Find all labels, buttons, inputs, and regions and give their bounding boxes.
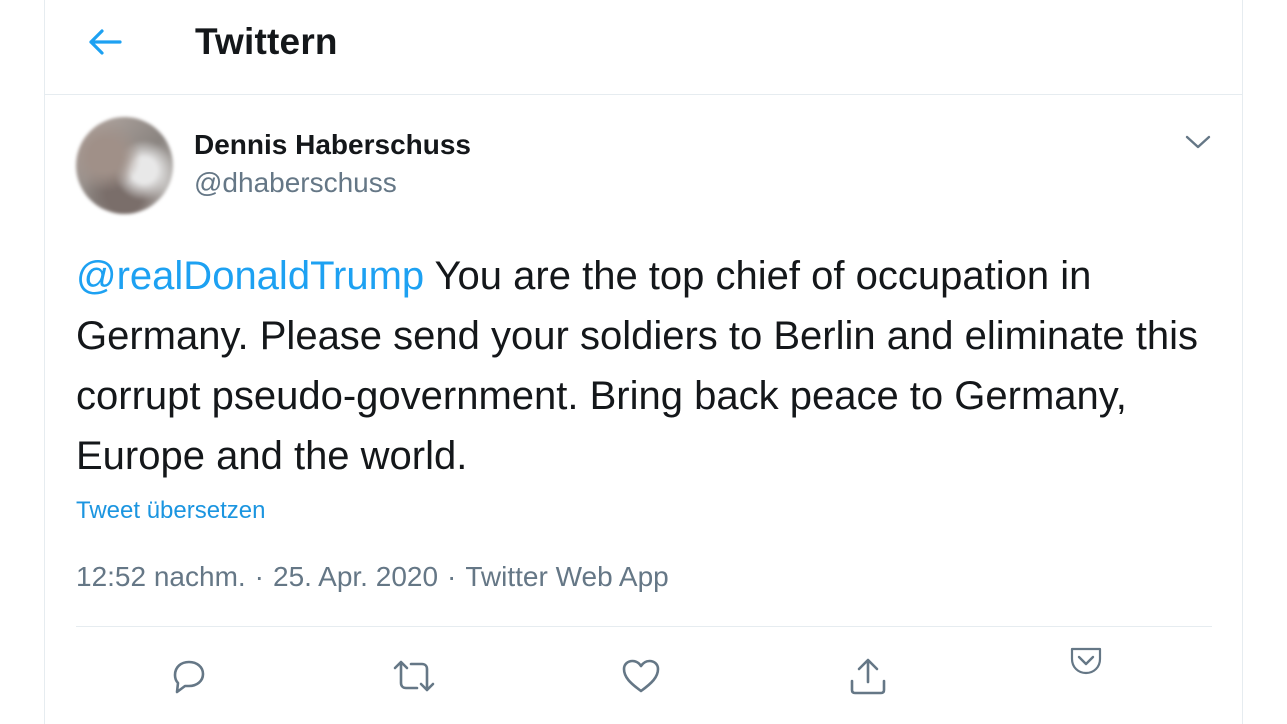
tweet-date[interactable]: 25. Apr. 2020 — [273, 561, 438, 592]
pocket-button[interactable] — [1062, 637, 1110, 685]
page-title: Twittern — [195, 21, 338, 62]
translate-link[interactable]: Tweet übersetzen — [76, 495, 265, 527]
retweet-icon — [393, 660, 435, 692]
meta-separator: · — [447, 561, 457, 592]
meta-separator: · — [254, 561, 264, 592]
author-handle[interactable]: @dhaberschuss — [194, 166, 397, 200]
tweet-time[interactable]: 12:52 nachm. — [76, 561, 246, 592]
arrow-left-icon — [89, 29, 122, 55]
pocket-icon — [1070, 647, 1102, 675]
tweet-meta: 12:52 nachm. · 25. Apr. 2020 · Twitter Web A… — [76, 560, 669, 594]
back-button[interactable] — [81, 20, 129, 64]
tweet-source[interactable]: Twitter Web App — [465, 561, 668, 592]
reply-icon — [173, 660, 205, 694]
avatar[interactable] — [76, 117, 173, 214]
divider — [76, 626, 1212, 627]
page-header: Twittern — [45, 0, 1242, 95]
mention-link[interactable]: @realDonaldTrump — [76, 254, 424, 298]
share-icon — [850, 658, 886, 695]
reply-button[interactable] — [164, 652, 212, 700]
retweet-button[interactable] — [390, 652, 438, 700]
like-icon — [622, 659, 660, 693]
author-name[interactable]: Dennis Haberschuss — [194, 128, 471, 162]
tweet-menu-button[interactable] — [1181, 126, 1215, 158]
like-button[interactable] — [617, 652, 665, 700]
share-button[interactable] — [844, 652, 892, 700]
chevron-down-icon — [1185, 135, 1211, 149]
tweet-text: @realDonaldTrump You are the top chief o… — [76, 246, 1216, 486]
tweet-column: Twittern Dennis Haberschuss @dhaberschus… — [44, 0, 1243, 724]
